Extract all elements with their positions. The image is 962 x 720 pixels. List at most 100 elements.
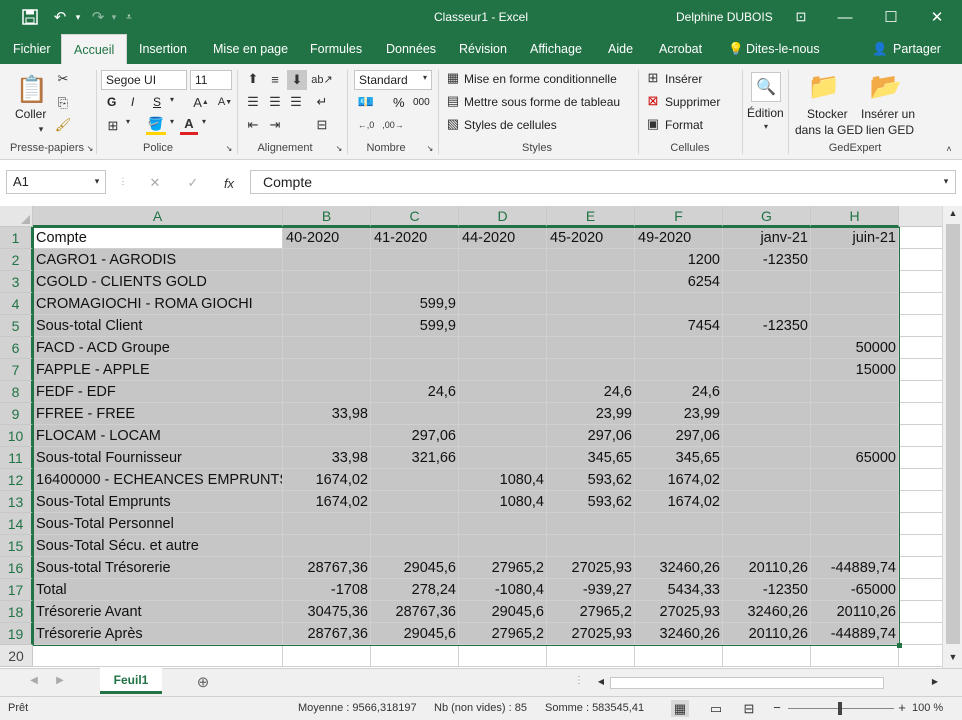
row-header-10[interactable]: 10 bbox=[0, 425, 33, 447]
cell-g6[interactable] bbox=[723, 337, 811, 359]
cell-a20[interactable] bbox=[33, 645, 283, 667]
cell-g7[interactable] bbox=[723, 359, 811, 381]
cell-a9[interactable]: FFREE - FREE bbox=[33, 403, 283, 425]
thousands-button[interactable]: 000 bbox=[413, 97, 430, 108]
cell-e17[interactable]: -939,27 bbox=[547, 579, 635, 601]
cell-a11[interactable]: Sous-total Fournisseur bbox=[33, 447, 283, 469]
cell-g1[interactable]: janv-21 bbox=[723, 227, 811, 249]
cell-d11[interactable] bbox=[459, 447, 547, 469]
paste-dropdown-icon[interactable]: ▾ bbox=[36, 124, 46, 135]
cell-c5[interactable]: 599,9 bbox=[371, 315, 459, 337]
align-right-icon[interactable]: ☰ bbox=[287, 93, 305, 111]
cell-h14[interactable] bbox=[811, 513, 899, 535]
cell-e20[interactable] bbox=[547, 645, 635, 667]
insert-function-icon[interactable]: fx bbox=[220, 174, 238, 192]
fill-handle[interactable] bbox=[897, 643, 902, 648]
cell-a19[interactable]: Trésorerie Après bbox=[33, 623, 283, 645]
cell-a15[interactable]: Sous-Total Sécu. et autre bbox=[33, 535, 283, 557]
font-launcher-icon[interactable]: ↘ bbox=[225, 144, 233, 153]
tell-me-search[interactable]: Dites-le-nous bbox=[746, 34, 820, 64]
cell-g12[interactable] bbox=[723, 469, 811, 491]
cell-c16[interactable]: 29045,6 bbox=[371, 557, 459, 579]
cell-f17[interactable]: 5434,33 bbox=[635, 579, 723, 601]
cell-d18[interactable]: 29045,6 bbox=[459, 601, 547, 623]
cell-c13[interactable] bbox=[371, 491, 459, 513]
tab-accueil[interactable]: Accueil bbox=[61, 34, 128, 64]
name-box-dropdown-icon[interactable]: ▾ bbox=[92, 176, 102, 187]
tab-donnees[interactable]: Données bbox=[386, 34, 436, 64]
cell-f15[interactable] bbox=[635, 535, 723, 557]
row-header-1[interactable]: 1 bbox=[0, 227, 33, 249]
cell-b5[interactable] bbox=[283, 315, 371, 337]
tab-aide[interactable]: Aide bbox=[608, 34, 633, 64]
folder-lock-icon[interactable]: 📁 bbox=[808, 70, 840, 102]
cell-b16[interactable]: 28767,36 bbox=[283, 557, 371, 579]
cell-c17[interactable]: 278,24 bbox=[371, 579, 459, 601]
collapse-ribbon-icon[interactable]: ˄ bbox=[944, 144, 954, 154]
scroll-right-icon[interactable]: ▶ bbox=[930, 677, 940, 686]
cell-a8[interactable]: FEDF - EDF bbox=[33, 381, 283, 403]
number-launcher-icon[interactable]: ↘ bbox=[426, 144, 434, 153]
cell-h13[interactable] bbox=[811, 491, 899, 513]
cell-f13[interactable]: 1674,02 bbox=[635, 491, 723, 513]
align-middle-icon[interactable]: ≡ bbox=[266, 70, 284, 88]
increase-font-size-icon[interactable]: A ▲ bbox=[192, 93, 210, 111]
row-header-7[interactable]: 7 bbox=[0, 359, 33, 381]
cell-f18[interactable]: 27025,93 bbox=[635, 601, 723, 623]
expand-formula-bar-icon[interactable]: ▾ bbox=[940, 176, 952, 187]
row-header-11[interactable]: 11 bbox=[0, 447, 33, 469]
fill-color-icon[interactable]: 🪣 bbox=[146, 115, 166, 135]
increase-decimal-icon[interactable]: ←,0 bbox=[356, 116, 376, 134]
cell-c4[interactable]: 599,9 bbox=[371, 293, 459, 315]
insert-cells-button[interactable]: Insérer bbox=[665, 72, 702, 86]
cell-c1[interactable]: 41-2020 bbox=[371, 227, 459, 249]
cell-g3[interactable] bbox=[723, 271, 811, 293]
cell-e15[interactable] bbox=[547, 535, 635, 557]
cell-styles-button[interactable]: Styles de cellules bbox=[464, 118, 557, 132]
cell-a16[interactable]: Sous-total Trésorerie bbox=[33, 557, 283, 579]
cell-h4[interactable] bbox=[811, 293, 899, 315]
cell-a1[interactable]: Compte bbox=[33, 227, 283, 249]
cell-c12[interactable] bbox=[371, 469, 459, 491]
cell-d1[interactable]: 44-2020 bbox=[459, 227, 547, 249]
copy-icon[interactable]: ⎘ bbox=[54, 94, 72, 112]
minimize-icon[interactable]: — bbox=[836, 7, 854, 27]
tab-acrobat[interactable]: Acrobat bbox=[659, 34, 702, 64]
cell-b1[interactable]: 40-2020 bbox=[283, 227, 371, 249]
cell-d7[interactable] bbox=[459, 359, 547, 381]
cell-d9[interactable] bbox=[459, 403, 547, 425]
cell-b9[interactable]: 33,98 bbox=[283, 403, 371, 425]
cell-f3[interactable]: 6254 bbox=[635, 271, 723, 293]
cell-e4[interactable] bbox=[547, 293, 635, 315]
clipboard-launcher-icon[interactable]: ↘ bbox=[86, 144, 94, 153]
zoom-out-icon[interactable]: − bbox=[771, 700, 783, 715]
cut-icon[interactable]: ✂ bbox=[54, 70, 72, 88]
row-header-9[interactable]: 9 bbox=[0, 403, 33, 425]
sheet-tab-feuil1[interactable]: Feuil1 bbox=[100, 668, 162, 694]
cell-e11[interactable]: 345,65 bbox=[547, 447, 635, 469]
worksheet-grid[interactable]: A B C D E F G H 1 Compte 40-2020 41-2020 44-2020 45-2… bbox=[0, 206, 962, 668]
cell-b11[interactable]: 33,98 bbox=[283, 447, 371, 469]
cell-h1[interactable]: juin-21 bbox=[811, 227, 899, 249]
underline-dropdown-icon[interactable]: ▾ bbox=[168, 95, 176, 104]
cell-c11[interactable]: 321,66 bbox=[371, 447, 459, 469]
cell-g8[interactable] bbox=[723, 381, 811, 403]
paste-icon[interactable]: 📋 bbox=[16, 72, 48, 106]
cell-c15[interactable] bbox=[371, 535, 459, 557]
cell-a3[interactable]: CGOLD - CLIENTS GOLD bbox=[33, 271, 283, 293]
insert-ged-link-line1[interactable]: Insérer un bbox=[861, 107, 915, 121]
cell-a17[interactable]: Total bbox=[33, 579, 283, 601]
cell-e5[interactable] bbox=[547, 315, 635, 337]
cell-g13[interactable] bbox=[723, 491, 811, 513]
store-ged-line2[interactable]: dans la GED bbox=[795, 123, 863, 137]
page-break-view-icon[interactable]: ⊟ bbox=[740, 700, 758, 717]
page-layout-view-icon[interactable]: ▭ bbox=[707, 700, 725, 717]
tab-fichier[interactable]: Fichier bbox=[13, 34, 51, 64]
cell-h16[interactable]: -44889,74 bbox=[811, 557, 899, 579]
cell-e19[interactable]: 27025,93 bbox=[547, 623, 635, 645]
cell-e14[interactable] bbox=[547, 513, 635, 535]
search-icon[interactable]: 🔍 bbox=[751, 72, 781, 102]
cell-e10[interactable]: 297,06 bbox=[547, 425, 635, 447]
cell-f16[interactable]: 32460,26 bbox=[635, 557, 723, 579]
cell-b12[interactable]: 1674,02 bbox=[283, 469, 371, 491]
